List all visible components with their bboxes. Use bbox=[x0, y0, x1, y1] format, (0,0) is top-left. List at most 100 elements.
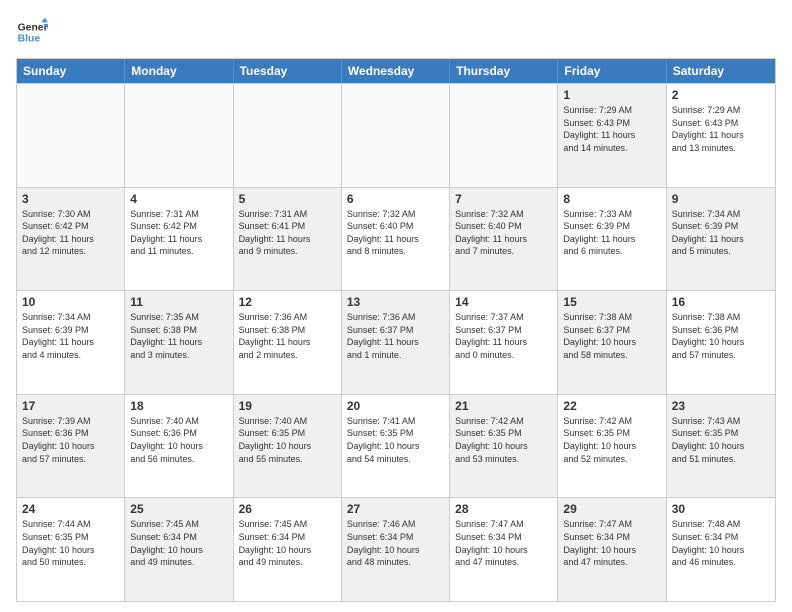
header-day-tuesday: Tuesday bbox=[234, 59, 342, 83]
calendar-row-1: 1 Sunrise: 7:29 AM Sunset: 6:43 PM Daylig… bbox=[17, 83, 775, 187]
day-number: 27 bbox=[347, 502, 444, 516]
day-number: 4 bbox=[130, 192, 227, 206]
day-number: 26 bbox=[239, 502, 336, 516]
day-number: 7 bbox=[455, 192, 552, 206]
day-number: 16 bbox=[672, 295, 770, 309]
day-number: 13 bbox=[347, 295, 444, 309]
calendar-cell: 1 Sunrise: 7:29 AM Sunset: 6:43 PM Daylig… bbox=[558, 84, 666, 187]
calendar-cell: 15 Sunrise: 7:38 AM Sunset: 6:37 PM Dayli… bbox=[558, 291, 666, 394]
header-day-wednesday: Wednesday bbox=[342, 59, 450, 83]
day-info: Sunrise: 7:34 AM Sunset: 6:39 PM Dayligh… bbox=[672, 208, 770, 258]
day-number: 9 bbox=[672, 192, 770, 206]
day-info: Sunrise: 7:47 AM Sunset: 6:34 PM Dayligh… bbox=[455, 518, 552, 568]
day-number: 8 bbox=[563, 192, 660, 206]
calendar-cell: 23Sunrise: 7:43 AM Sunset: 6:35 PM Dayli… bbox=[667, 395, 775, 498]
day-number: 22 bbox=[563, 399, 660, 413]
calendar-cell: 30 Sunrise: 7:48 AM Sunset: 6:34 PM Dayli… bbox=[667, 498, 775, 601]
day-info: Sunrise: 7:32 AM Sunset: 6:40 PM Dayligh… bbox=[347, 208, 444, 258]
day-info: Sunrise: 7:42 AM Sunset: 6:35 PM Dayligh… bbox=[563, 415, 660, 465]
day-info: Sunrise: 7:45 AM Sunset: 6:34 PM Dayligh… bbox=[239, 518, 336, 568]
day-info: Sunrise: 7:41 AM Sunset: 6:35 PM Dayligh… bbox=[347, 415, 444, 465]
calendar-row-5: 24 Sunrise: 7:44 AM Sunset: 6:35 PM Dayli… bbox=[17, 497, 775, 601]
day-info: Sunrise: 7:38 AM Sunset: 6:37 PM Dayligh… bbox=[563, 311, 660, 361]
day-info: Sunrise: 7:29 AM Sunset: 6:43 PM Dayligh… bbox=[672, 104, 770, 154]
day-number: 25 bbox=[130, 502, 227, 516]
day-number: 21 bbox=[455, 399, 552, 413]
logo-icon: General Blue bbox=[16, 16, 48, 48]
day-info: Sunrise: 7:36 AM Sunset: 6:37 PM Dayligh… bbox=[347, 311, 444, 361]
calendar-row-4: 17 Sunrise: 7:39 AM Sunset: 6:36 PM Dayli… bbox=[17, 394, 775, 498]
day-info: Sunrise: 7:35 AM Sunset: 6:38 PM Dayligh… bbox=[130, 311, 227, 361]
day-number: 24 bbox=[22, 502, 119, 516]
day-info: Sunrise: 7:45 AM Sunset: 6:34 PM Dayligh… bbox=[130, 518, 227, 568]
day-number: 17 bbox=[22, 399, 119, 413]
day-number: 1 bbox=[563, 88, 660, 102]
calendar-cell: 7 Sunrise: 7:32 AM Sunset: 6:40 PM Daylig… bbox=[450, 188, 558, 291]
day-info: Sunrise: 7:37 AM Sunset: 6:37 PM Dayligh… bbox=[455, 311, 552, 361]
day-info: Sunrise: 7:31 AM Sunset: 6:42 PM Dayligh… bbox=[130, 208, 227, 258]
page: General Blue SundayMondayTuesdayWednesda… bbox=[0, 0, 792, 612]
day-number: 18 bbox=[130, 399, 227, 413]
calendar-cell: 24 Sunrise: 7:44 AM Sunset: 6:35 PM Dayli… bbox=[17, 498, 125, 601]
calendar-cell: 8 Sunrise: 7:33 AM Sunset: 6:39 PM Daylig… bbox=[558, 188, 666, 291]
header-day-sunday: Sunday bbox=[17, 59, 125, 83]
calendar-cell: 3 Sunrise: 7:30 AM Sunset: 6:42 PM Daylig… bbox=[17, 188, 125, 291]
day-info: Sunrise: 7:33 AM Sunset: 6:39 PM Dayligh… bbox=[563, 208, 660, 258]
calendar-cell: 9 Sunrise: 7:34 AM Sunset: 6:39 PM Daylig… bbox=[667, 188, 775, 291]
day-number: 5 bbox=[239, 192, 336, 206]
day-number: 28 bbox=[455, 502, 552, 516]
calendar-cell: 21 Sunrise: 7:42 AM Sunset: 6:35 PM Dayli… bbox=[450, 395, 558, 498]
day-number: 23 bbox=[672, 399, 770, 413]
day-info: Sunrise: 7:38 AM Sunset: 6:36 PM Dayligh… bbox=[672, 311, 770, 361]
day-info: Sunrise: 7:40 AM Sunset: 6:35 PM Dayligh… bbox=[239, 415, 336, 465]
day-info: Sunrise: 7:39 AM Sunset: 6:36 PM Dayligh… bbox=[22, 415, 119, 465]
day-info: Sunrise: 7:44 AM Sunset: 6:35 PM Dayligh… bbox=[22, 518, 119, 568]
day-number: 20 bbox=[347, 399, 444, 413]
day-info: Sunrise: 7:32 AM Sunset: 6:40 PM Dayligh… bbox=[455, 208, 552, 258]
calendar-cell bbox=[450, 84, 558, 187]
calendar-cell: 29Sunrise: 7:47 AM Sunset: 6:34 PM Dayli… bbox=[558, 498, 666, 601]
calendar-header: SundayMondayTuesdayWednesdayThursdayFrid… bbox=[17, 59, 775, 83]
day-number: 11 bbox=[130, 295, 227, 309]
calendar-cell: 20 Sunrise: 7:41 AM Sunset: 6:35 PM Dayli… bbox=[342, 395, 450, 498]
calendar-cell bbox=[17, 84, 125, 187]
calendar-cell: 12Sunrise: 7:36 AM Sunset: 6:38 PM Dayli… bbox=[234, 291, 342, 394]
day-info: Sunrise: 7:36 AM Sunset: 6:38 PM Dayligh… bbox=[239, 311, 336, 361]
header-day-monday: Monday bbox=[125, 59, 233, 83]
calendar-cell: 26 Sunrise: 7:45 AM Sunset: 6:34 PM Dayli… bbox=[234, 498, 342, 601]
calendar-cell bbox=[234, 84, 342, 187]
calendar-row-3: 10Sunrise: 7:34 AM Sunset: 6:39 PM Dayli… bbox=[17, 290, 775, 394]
calendar-cell: 16 Sunrise: 7:38 AM Sunset: 6:36 PM Dayli… bbox=[667, 291, 775, 394]
day-info: Sunrise: 7:46 AM Sunset: 6:34 PM Dayligh… bbox=[347, 518, 444, 568]
day-info: Sunrise: 7:29 AM Sunset: 6:43 PM Dayligh… bbox=[563, 104, 660, 154]
calendar-cell: 11 Sunrise: 7:35 AM Sunset: 6:38 PM Dayli… bbox=[125, 291, 233, 394]
day-number: 30 bbox=[672, 502, 770, 516]
day-info: Sunrise: 7:30 AM Sunset: 6:42 PM Dayligh… bbox=[22, 208, 119, 258]
calendar-cell bbox=[125, 84, 233, 187]
calendar-cell: 13 Sunrise: 7:36 AM Sunset: 6:37 PM Dayli… bbox=[342, 291, 450, 394]
day-number: 15 bbox=[563, 295, 660, 309]
calendar-cell: 27 Sunrise: 7:46 AM Sunset: 6:34 PM Dayli… bbox=[342, 498, 450, 601]
day-number: 2 bbox=[672, 88, 770, 102]
svg-text:Blue: Blue bbox=[18, 34, 41, 45]
calendar-cell: 10Sunrise: 7:34 AM Sunset: 6:39 PM Dayli… bbox=[17, 291, 125, 394]
header-day-thursday: Thursday bbox=[450, 59, 558, 83]
day-info: Sunrise: 7:48 AM Sunset: 6:34 PM Dayligh… bbox=[672, 518, 770, 568]
calendar-cell: 18 Sunrise: 7:40 AM Sunset: 6:36 PM Dayli… bbox=[125, 395, 233, 498]
day-info: Sunrise: 7:42 AM Sunset: 6:35 PM Dayligh… bbox=[455, 415, 552, 465]
calendar-cell: 17 Sunrise: 7:39 AM Sunset: 6:36 PM Dayli… bbox=[17, 395, 125, 498]
day-number: 3 bbox=[22, 192, 119, 206]
day-info: Sunrise: 7:31 AM Sunset: 6:41 PM Dayligh… bbox=[239, 208, 336, 258]
calendar-cell bbox=[342, 84, 450, 187]
calendar: SundayMondayTuesdayWednesdayThursdayFrid… bbox=[16, 58, 776, 602]
calendar-cell: 2 Sunrise: 7:29 AM Sunset: 6:43 PM Daylig… bbox=[667, 84, 775, 187]
calendar-cell: 5 Sunrise: 7:31 AM Sunset: 6:41 PM Daylig… bbox=[234, 188, 342, 291]
day-info: Sunrise: 7:47 AM Sunset: 6:34 PM Dayligh… bbox=[563, 518, 660, 568]
calendar-body: 1 Sunrise: 7:29 AM Sunset: 6:43 PM Daylig… bbox=[17, 83, 775, 601]
day-number: 19 bbox=[239, 399, 336, 413]
day-info: Sunrise: 7:34 AM Sunset: 6:39 PM Dayligh… bbox=[22, 311, 119, 361]
day-info: Sunrise: 7:40 AM Sunset: 6:36 PM Dayligh… bbox=[130, 415, 227, 465]
calendar-cell: 6Sunrise: 7:32 AM Sunset: 6:40 PM Daylig… bbox=[342, 188, 450, 291]
calendar-cell: 22 Sunrise: 7:42 AM Sunset: 6:35 PM Dayli… bbox=[558, 395, 666, 498]
calendar-cell: 14Sunrise: 7:37 AM Sunset: 6:37 PM Dayli… bbox=[450, 291, 558, 394]
